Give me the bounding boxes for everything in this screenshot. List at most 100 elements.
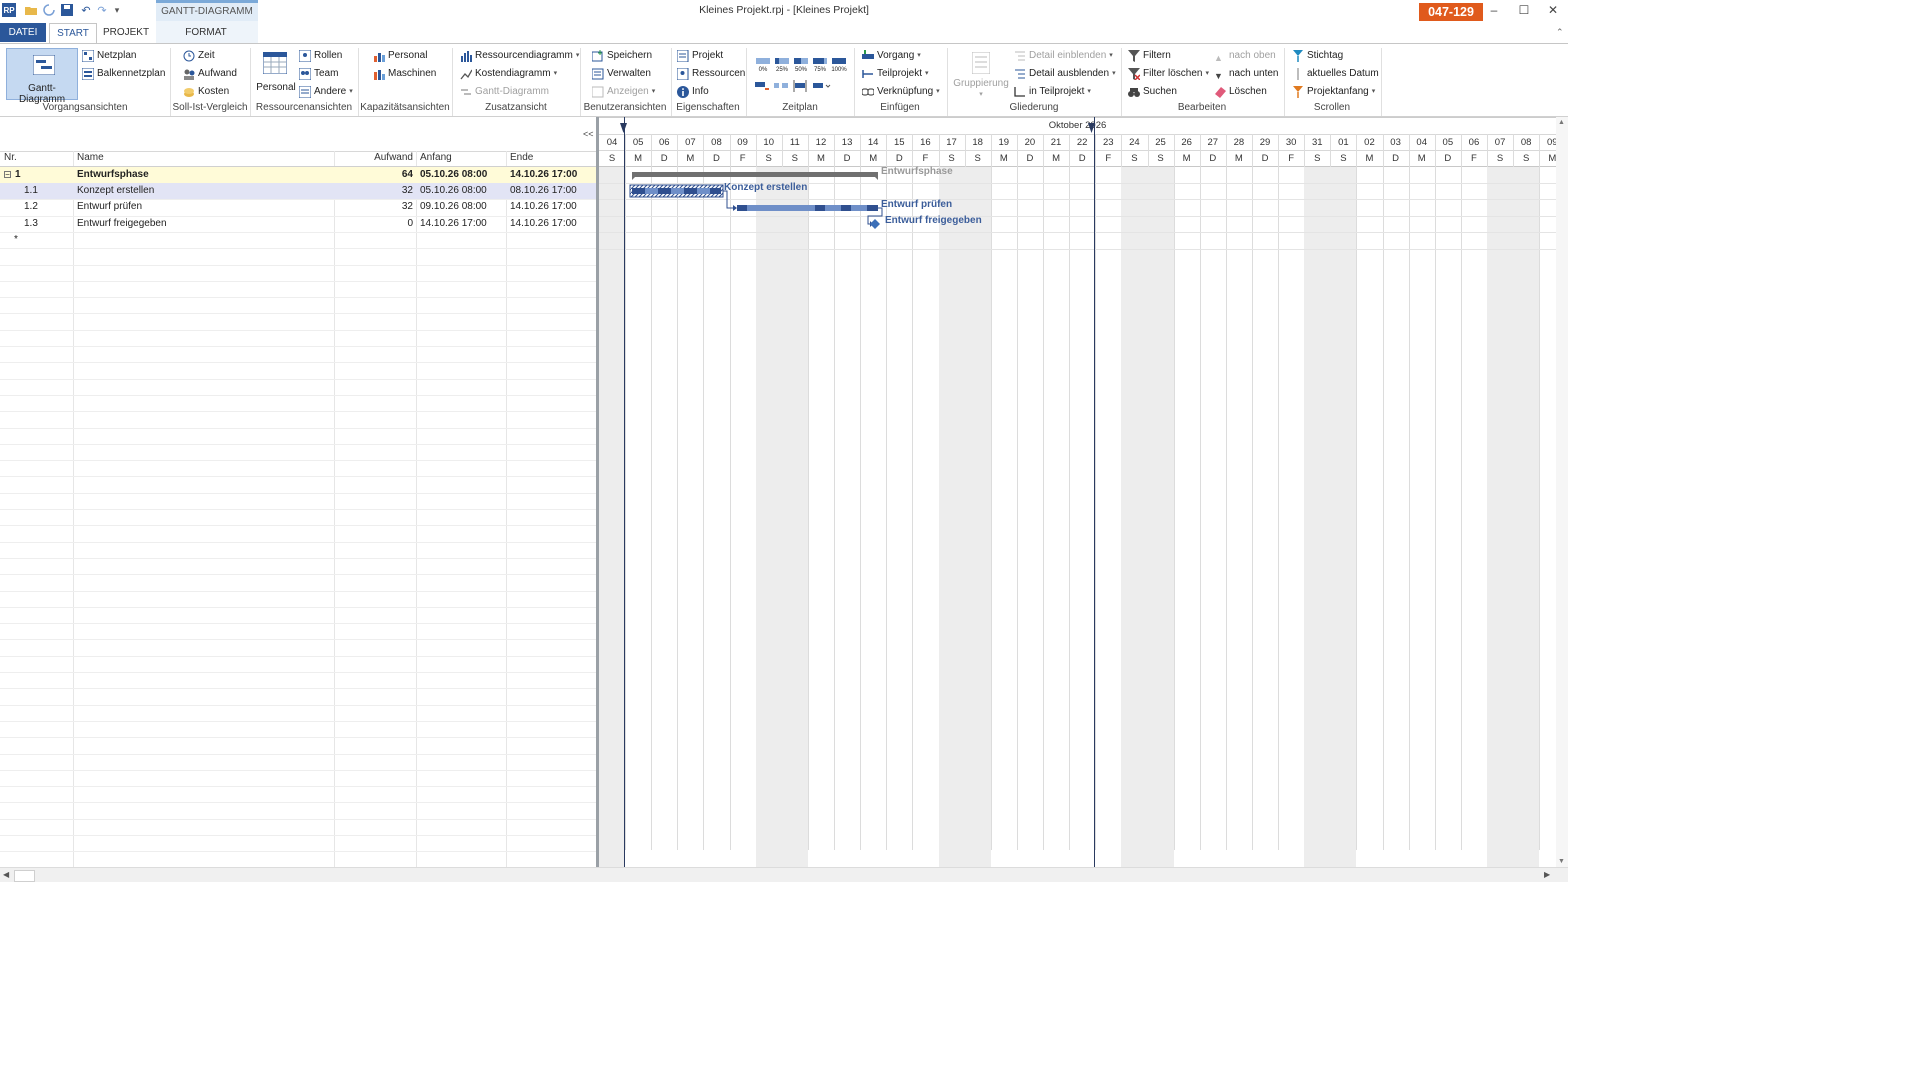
stichtag-button[interactable]: Stichtag (1292, 48, 1343, 64)
nach-oben-button[interactable]: ▲ nach oben (1214, 48, 1276, 64)
scroll-up-icon[interactable]: ▲ (1558, 119, 1565, 126)
kapazitaet-personal-button[interactable]: Personal (373, 48, 427, 64)
filtern-button[interactable]: Filtern (1128, 48, 1171, 64)
scroll-thumb[interactable] (14, 870, 35, 882)
nach-unten-button[interactable]: ▼ nach unten (1214, 66, 1279, 82)
table-row-summary[interactable]: − 1 Entwurfsphase 64 05.10.26 08:00 14.1… (0, 167, 596, 183)
column-header-anfang[interactable]: Anfang (420, 152, 452, 166)
summary-bar[interactable] (632, 172, 878, 180)
tab-datei[interactable]: DATEI (0, 23, 46, 42)
verknuepfung-dropdown[interactable]: Verknüpfung ▾ (862, 84, 940, 100)
andere-dropdown[interactable]: Andere ▾ (299, 84, 353, 100)
team-button[interactable]: Team (299, 66, 338, 82)
vertical-scrollbar[interactable]: ▲ ▼ (1556, 117, 1568, 867)
rollen-button[interactable]: Rollen (299, 48, 342, 64)
column-header-aufwand[interactable]: Aufwand (335, 152, 413, 166)
teilprojekt-einfuegen-dropdown[interactable]: Teilprojekt ▾ (862, 66, 929, 82)
info-label: Info (692, 86, 709, 97)
align-task-button[interactable] (793, 80, 807, 95)
soll-ist-kosten-button[interactable]: Kosten (183, 84, 229, 100)
move-task-icon (755, 82, 769, 90)
zusatz-gantt-button[interactable]: Gantt-Diagramm (460, 84, 549, 100)
personal-view-button[interactable]: Personal (256, 48, 296, 100)
aktuelles-datum-button[interactable]: aktuelles Datum (1292, 66, 1379, 82)
new-row[interactable]: * (0, 232, 596, 248)
ribbon: Gantt-Diagramm Netzplan Balkennetzplan V… (0, 43, 1568, 117)
horizontal-scrollbar[interactable]: ◀ ▶ (0, 867, 1568, 882)
ansicht-anzeigen-dropdown[interactable]: Anzeigen ▾ (592, 84, 655, 100)
group-label-ressourcenansichten: Ressourcenansichten (255, 102, 353, 113)
row-gridline (0, 525, 596, 527)
row-gridline (0, 346, 596, 347)
in-teilprojekt-dropdown[interactable]: in Teilprojekt ▾ (1014, 84, 1091, 100)
ressourcendiagramm-dropdown[interactable]: Ressourcendiagramm ▾ (460, 48, 579, 64)
close-button[interactable]: ✕ (1543, 2, 1563, 18)
table-row[interactable]: 1.2 Entwurf prüfen 32 09.10.26 08:00 14.… (0, 199, 596, 215)
move-task-button[interactable] (755, 80, 769, 95)
kostendiagramm-dropdown[interactable]: Kostendiagramm ▾ (460, 66, 557, 82)
reschedule-dropdown[interactable] (813, 80, 831, 95)
collapse-toggle-icon[interactable]: − (4, 171, 11, 179)
row-gridline (0, 802, 596, 804)
milestone-diamond[interactable] (870, 219, 880, 229)
detail-ausblenden-dropdown[interactable]: Detail ausblenden ▾ (1014, 66, 1116, 82)
column-header-name[interactable]: Name (77, 152, 104, 166)
gantt-view-button[interactable]: Gantt-Diagramm (6, 48, 78, 105)
group-label-eigenschaften: Eigenschaften (676, 102, 740, 113)
column-header-nr[interactable]: Nr. (4, 152, 17, 166)
progress-25-button[interactable]: 25% (774, 56, 790, 73)
split-task-button[interactable] (774, 80, 788, 95)
collapse-table-button[interactable]: << (583, 129, 594, 139)
row-name: Konzept erstellen (77, 185, 155, 196)
row-gridline (0, 672, 596, 673)
minimize-button[interactable]: – (1484, 2, 1504, 18)
progress-100-button[interactable]: 100% (831, 56, 847, 73)
tab-projekt[interactable]: PROJEKT (100, 23, 152, 42)
progress-50-label: 50% (794, 67, 807, 73)
kapazitaet-maschinen-label: Maschinen (388, 68, 437, 79)
filtern-label: Filtern (1143, 50, 1171, 61)
progress-50-button[interactable]: 50% (793, 56, 809, 73)
group-label-einfuegen: Einfügen (880, 102, 920, 113)
nach-unten-label: nach unten (1229, 68, 1279, 79)
task-bar-entwurf[interactable] (737, 205, 878, 211)
maximize-button[interactable]: ☐ (1514, 2, 1534, 18)
gruppierung-dropdown[interactable]: Gruppierung ▾ (952, 48, 1010, 100)
tab-format[interactable]: FORMAT (180, 23, 232, 42)
projektanfang-dropdown[interactable]: Projektanfang ▾ (1292, 84, 1375, 100)
scroll-down-icon[interactable]: ▼ (1558, 858, 1565, 865)
nach-oben-label: nach oben (1229, 50, 1276, 61)
scroll-left-icon[interactable]: ◀ (3, 870, 9, 879)
soll-ist-aufwand-button[interactable]: Aufwand (183, 66, 237, 82)
projekt-eigenschaften-button[interactable]: Projekt (677, 48, 723, 64)
scroll-right-icon[interactable]: ▶ (1544, 870, 1550, 879)
soll-ist-zeit-button[interactable]: Zeit (183, 48, 215, 64)
loeschen-button[interactable]: Löschen (1214, 84, 1267, 100)
balkennetzplan-button[interactable]: Balkennetzplan (82, 66, 165, 82)
column-header-ende[interactable]: Ende (510, 152, 533, 166)
project-properties-icon (677, 50, 689, 62)
table-row[interactable]: 1.3 Entwurf freigegeben 0 14.10.26 17:00… (0, 216, 596, 232)
task-bar-konzept[interactable] (629, 184, 724, 198)
ansicht-speichern-button[interactable]: Speichern (592, 48, 652, 64)
progress-0-button[interactable]: 0% (755, 56, 771, 73)
info-button[interactable]: Info (677, 84, 709, 100)
expand-detail-icon (1015, 51, 1025, 61)
collapse-ribbon-icon[interactable]: ⌃ (1556, 27, 1564, 38)
detail-ausblenden-label: Detail ausblenden (1029, 68, 1110, 79)
tab-start[interactable]: START (49, 23, 97, 44)
binoculars-icon (1128, 88, 1140, 97)
ressourcen-eigenschaften-button[interactable]: Ressourcen (677, 66, 745, 82)
detail-einblenden-dropdown[interactable]: Detail einblenden ▾ (1014, 48, 1113, 64)
suchen-button[interactable]: Suchen (1128, 84, 1177, 100)
kapazitaet-maschinen-button[interactable]: Maschinen (373, 66, 436, 82)
vorgang-einfuegen-dropdown[interactable]: Vorgang ▾ (862, 48, 921, 64)
netzplan-button[interactable]: Netzplan (82, 48, 136, 64)
row-name: Entwurfsphase (77, 169, 149, 180)
table-row[interactable]: 1.1 Konzept erstellen 32 05.10.26 08:00 … (0, 183, 596, 199)
filter-loeschen-dropdown[interactable]: Filter löschen ▾ (1128, 66, 1209, 82)
row-gridline (0, 769, 596, 771)
progress-75-button[interactable]: 75% (812, 56, 828, 73)
ansicht-verwalten-button[interactable]: Verwalten (592, 66, 651, 82)
row-name: Entwurf prüfen (77, 201, 143, 212)
